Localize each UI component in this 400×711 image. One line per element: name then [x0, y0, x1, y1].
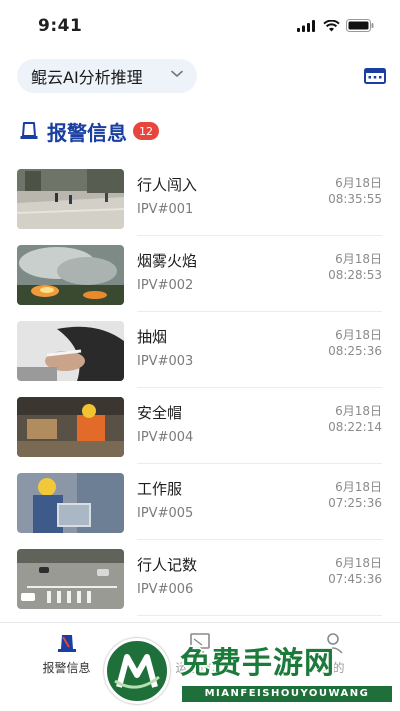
alert-thumbnail	[17, 549, 124, 609]
alert-item[interactable]: 工作服 IPV#005 6月18日 07:25:36	[0, 464, 400, 540]
alert-type: 行人闯入	[137, 176, 198, 194]
alert-thumbnail	[17, 245, 124, 305]
alert-time: 08:22:14	[328, 420, 382, 434]
alert-item[interactable]: 烟雾火焰 IPV#002 6月18日 08:28:53	[0, 236, 400, 312]
alert-time: 07:25:36	[328, 496, 382, 510]
alert-item[interactable]: 安全帽 IPV#004 6月18日 08:22:14	[0, 388, 400, 464]
alert-thumbnail	[17, 473, 124, 533]
alert-camera: IPV#006	[137, 582, 194, 597]
status-icons	[297, 19, 374, 32]
model-selector-label: 鲲云AI分析推理	[31, 68, 143, 87]
status-time: 9:41	[38, 16, 83, 36]
signal-icon	[297, 19, 315, 32]
alert-thumbnail	[17, 397, 124, 457]
alert-type: 抽烟	[137, 328, 168, 346]
alert-date: 6月18日	[335, 252, 382, 266]
section-header: 报警信息 12	[19, 116, 159, 146]
alert-time: 08:28:53	[328, 268, 382, 282]
alert-camera: IPV#001	[137, 202, 194, 217]
battery-icon	[346, 19, 374, 32]
alert-type: 安全帽	[137, 404, 183, 422]
watermark-logo: 免费手游网 MIANFEISHOUYOUWANG	[100, 634, 400, 711]
alert-type: 烟雾火焰	[137, 252, 198, 270]
alert-camera: IPV#003	[137, 354, 194, 369]
alert-time: 08:35:55	[328, 192, 382, 206]
alert-list: 行人闯入 IPV#001 6月18日 08:35:55 烟雾火焰 IPV#002…	[0, 160, 400, 616]
alert-date: 6月18日	[335, 328, 382, 342]
keyboard-icon[interactable]	[364, 66, 386, 86]
divider	[137, 615, 382, 616]
alert-thumbnail	[17, 169, 124, 229]
alert-item[interactable]: 行人记数 IPV#006 6月18日 07:45:36	[0, 540, 400, 616]
alert-type: 工作服	[137, 480, 183, 498]
watermark-subtitle: MIANFEISHOUYOUWANG	[182, 686, 392, 702]
status-bar: 9:41	[0, 0, 400, 56]
alert-thumbnail	[17, 321, 124, 381]
alert-camera: IPV#004	[137, 430, 194, 445]
alert-date: 6月18日	[335, 556, 382, 570]
watermark-title: 免费手游网	[180, 646, 335, 681]
chevron-down-icon	[171, 70, 183, 77]
section-title: 报警信息	[47, 120, 127, 145]
alert-date: 6月18日	[335, 480, 382, 494]
alert-item[interactable]: 抽烟 IPV#003 6月18日 08:25:36	[0, 312, 400, 388]
watermark-emblem-icon	[104, 638, 170, 704]
alert-date: 6月18日	[335, 176, 382, 190]
alert-date: 6月18日	[335, 404, 382, 418]
alert-time: 07:45:36	[328, 572, 382, 586]
alert-count-badge: 12	[133, 122, 159, 140]
alert-time: 08:25:36	[328, 344, 382, 358]
alert-camera: IPV#002	[137, 278, 194, 293]
alarm-icon	[20, 122, 38, 139]
model-selector[interactable]: 鲲云AI分析推理	[17, 59, 197, 93]
wifi-icon	[323, 19, 340, 31]
alert-camera: IPV#005	[137, 506, 194, 521]
alert-type: 行人记数	[137, 556, 198, 574]
alarm-icon	[57, 635, 76, 652]
alert-item[interactable]: 行人闯入 IPV#001 6月18日 08:35:55	[0, 160, 400, 236]
